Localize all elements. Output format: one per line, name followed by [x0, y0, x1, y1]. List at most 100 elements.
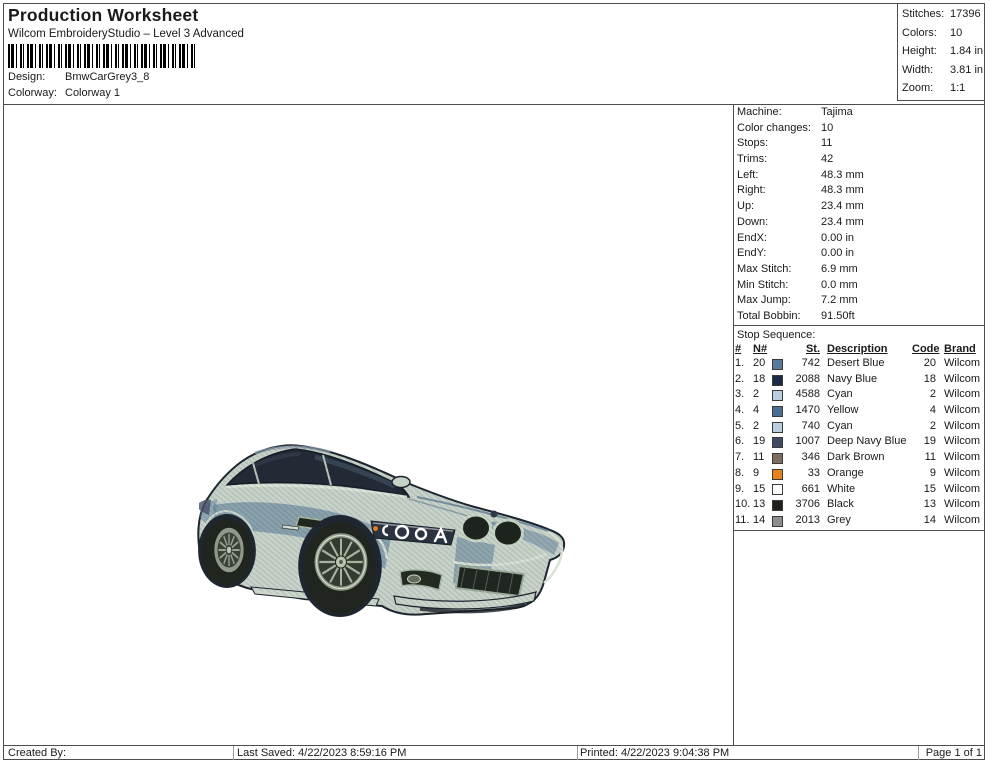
- stop-sequence-row: 10. 13 3706 Black 13 Wilcom: [735, 497, 983, 513]
- info-label: Down:: [737, 215, 769, 228]
- info-value: 91.50ft: [821, 309, 855, 322]
- barcode-icon: [8, 44, 198, 68]
- row-number: 10.: [735, 498, 751, 511]
- info-row: Color changes: 10: [737, 121, 983, 137]
- stitch-count: 742: [801, 357, 820, 369]
- info-row: Down: 23.4 mm: [737, 215, 983, 231]
- thread-code: 9: [929, 466, 936, 479]
- info-value: 48.3 mm: [821, 168, 864, 181]
- bmw-car-embroidery-preview: [197, 444, 566, 617]
- col-brand: Brand: [944, 343, 976, 355]
- thread-brand: Wilcom: [944, 513, 981, 526]
- info-row: Up: 23.4 mm: [737, 199, 983, 215]
- row-number: 7.: [735, 451, 745, 464]
- info-value: 6.9 mm: [821, 262, 858, 275]
- info-row: Colors: 10: [902, 24, 984, 43]
- info-value: 0.00 in: [821, 247, 855, 260]
- col-description: Description: [827, 343, 888, 355]
- stop-sequence-row: 5. 2 740 Cyan 2 Wilcom: [735, 419, 983, 435]
- thread-description: Cyan: [827, 388, 853, 401]
- info-label: Stops:: [737, 137, 769, 150]
- info-label: EndY:: [737, 247, 767, 260]
- needle-number: 2: [753, 388, 760, 401]
- info-row: Stitches: 17396: [902, 5, 984, 24]
- info-value: 17396: [950, 8, 981, 20]
- thread-brand: Wilcom: [944, 498, 981, 511]
- row-number: 4.: [735, 404, 745, 417]
- thread-description: Orange: [827, 466, 864, 479]
- stop-sequence-title: Stop Sequence:: [737, 329, 816, 341]
- thread-color-swatch: [772, 500, 783, 512]
- info-value: Tajima: [821, 106, 853, 118]
- thread-code: 2: [929, 419, 936, 432]
- needle-number: 11: [753, 451, 765, 464]
- info-value: 10: [821, 121, 834, 134]
- footer-divider: [3, 745, 985, 746]
- stitch-count: 2013: [795, 513, 820, 526]
- stitch-count: 4588: [795, 388, 820, 401]
- thread-description: Grey: [827, 513, 851, 526]
- thread-description: Desert Blue: [827, 357, 885, 369]
- production-worksheet-page: Production Worksheet Wilcom EmbroiderySt…: [0, 0, 990, 762]
- info-row: Height: 1.84 in: [902, 42, 984, 61]
- thread-description: Yellow: [827, 404, 859, 417]
- thread-code: 18: [923, 372, 936, 385]
- thread-color-swatch: [772, 421, 783, 433]
- design-name-row: Design: BmwCarGrey3_8: [8, 71, 408, 83]
- info-value: 0.00 in: [821, 231, 855, 244]
- col-stitches: St.: [805, 343, 820, 355]
- row-number: 11.: [735, 513, 750, 526]
- info-label: Color changes:: [737, 121, 811, 134]
- info-row: Stops: 11: [737, 136, 983, 152]
- thread-brand: Wilcom: [944, 466, 981, 479]
- design-canvas: [0, 105, 733, 745]
- info-value: 7.2 mm: [821, 294, 858, 307]
- footer-cell-divider: [577, 746, 578, 760]
- created-by-label: Created By:: [8, 747, 67, 759]
- info-row: Left: 48.3 mm: [737, 168, 983, 184]
- info-value: 1.84 in: [950, 45, 984, 57]
- col-num: #: [735, 343, 742, 355]
- info-label: EndX:: [737, 231, 767, 244]
- info-value: 10: [950, 26, 963, 39]
- stop-sequence-row: 2. 18 2088 Navy Blue 18 Wilcom: [735, 372, 983, 388]
- row-number: 3.: [735, 388, 745, 401]
- thread-code: 13: [923, 498, 936, 511]
- page-title: Production Worksheet: [8, 5, 199, 25]
- info-label: Max Jump:: [737, 294, 791, 307]
- info-label: Right:: [737, 184, 766, 197]
- stop-sequence-row: 8. 9 33 Orange 9 Wilcom: [735, 466, 983, 482]
- needle-number: 19: [753, 435, 766, 448]
- info-label: Colors:: [902, 26, 937, 39]
- thread-color-swatch: [772, 437, 783, 449]
- thread-code: 4: [929, 404, 936, 417]
- stitch-count: 1007: [795, 435, 820, 448]
- thread-brand: Wilcom: [944, 482, 981, 495]
- design-value: BmwCarGrey3_8: [65, 71, 150, 83]
- info-row: Machine: Tajima: [737, 105, 983, 121]
- stop-sequence-divider: [733, 325, 985, 326]
- thread-description: White: [827, 482, 856, 495]
- info-row: Right: 48.3 mm: [737, 183, 983, 199]
- stop-sequence-row: 1. 20 742 Desert Blue 20 Wilcom: [735, 356, 983, 372]
- needle-number: 20: [753, 357, 766, 369]
- thread-description: Dark Brown: [827, 451, 885, 464]
- row-number: 1.: [735, 357, 745, 369]
- info-label: Max Stitch:: [737, 262, 792, 275]
- info-label: Total Bobbin:: [737, 309, 801, 322]
- thread-code: 11: [924, 451, 936, 464]
- printed-label: Printed: 4/22/2023 9:04:38 PM: [580, 747, 730, 759]
- thread-brand: Wilcom: [944, 419, 981, 432]
- stop-sequence-row: 11. 14 2013 Grey 14 Wilcom: [735, 513, 983, 529]
- stitch-count: 740: [801, 419, 820, 432]
- info-label: Left:: [737, 168, 759, 181]
- page-number: Page 1 of 1: [925, 747, 982, 759]
- machine-info-panel: Machine: Tajima Color changes: 10 Stops:…: [737, 105, 983, 325]
- thread-brand: Wilcom: [944, 451, 981, 464]
- thread-brand: Wilcom: [944, 435, 981, 448]
- stitch-count: 2088: [795, 372, 820, 385]
- info-label: Trims:: [737, 153, 768, 166]
- design-label: Design:: [8, 71, 46, 83]
- thread-code: 14: [923, 513, 936, 526]
- row-number: 2.: [735, 372, 745, 385]
